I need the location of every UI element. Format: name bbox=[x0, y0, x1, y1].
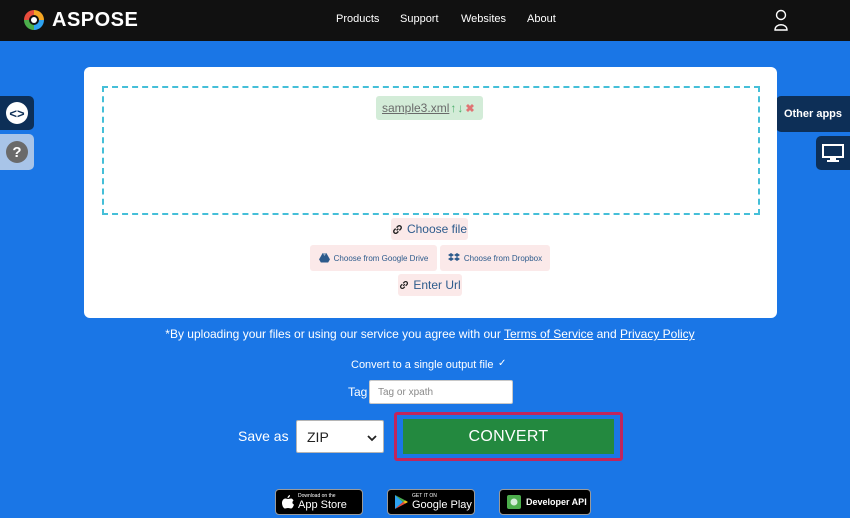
output-format-value: ZIP bbox=[307, 428, 329, 445]
agreement-and: and bbox=[593, 327, 620, 341]
google-drive-icon bbox=[318, 253, 330, 263]
google-drive-button[interactable]: Choose from Google Drive bbox=[310, 245, 437, 271]
link-icon bbox=[393, 224, 402, 234]
dropbox-button[interactable]: Choose from Dropbox bbox=[440, 245, 550, 271]
app-store-text: Download on the App Store bbox=[298, 493, 347, 511]
terms-agreement: *By uploading your files or using our se… bbox=[0, 327, 850, 341]
convert-button[interactable]: CONVERT bbox=[403, 419, 614, 454]
developer-api-text: Developer API bbox=[526, 497, 587, 507]
desktop-apps-button[interactable] bbox=[816, 136, 850, 170]
dropbox-label: Choose from Dropbox bbox=[463, 253, 543, 263]
app-store-big-text: App Store bbox=[298, 499, 347, 511]
enter-url-label: Enter Url bbox=[413, 278, 461, 292]
tag-input[interactable] bbox=[369, 380, 513, 404]
enter-url-button[interactable]: Enter Url bbox=[398, 274, 462, 296]
remove-file-icon[interactable]: ✖ bbox=[465, 102, 474, 115]
google-play-icon bbox=[395, 495, 408, 509]
output-format-select[interactable]: ZIP bbox=[296, 420, 384, 453]
convert-highlight-frame: CONVERT bbox=[394, 412, 623, 461]
app-store-badge[interactable]: Download on the App Store bbox=[275, 489, 363, 515]
upload-card: sample3.xml ↑ ↓ ✖ Choose file Choose fro… bbox=[84, 67, 777, 318]
single-output-label[interactable]: Convert to a single output file bbox=[351, 359, 493, 371]
nav-support[interactable]: Support bbox=[400, 13, 439, 25]
google-play-badge[interactable]: GET IT ON Google Play bbox=[387, 489, 475, 515]
top-navigation-bar: ASPOSE Products Support Websites About bbox=[0, 0, 850, 41]
link-icon bbox=[400, 281, 409, 289]
google-play-big-text: Google Play bbox=[412, 499, 472, 511]
uploaded-file-chip: sample3.xml ↑ ↓ ✖ bbox=[376, 96, 483, 120]
dropbox-icon bbox=[447, 253, 460, 261]
main-nav: Products Support Websites About bbox=[0, 13, 850, 27]
file-dropzone[interactable]: sample3.xml ↑ ↓ ✖ bbox=[102, 86, 760, 215]
terms-of-service-link[interactable]: Terms of Service bbox=[504, 327, 593, 341]
user-icon[interactable] bbox=[772, 9, 790, 31]
embed-button[interactable]: <> bbox=[0, 96, 34, 130]
choose-file-button[interactable]: Choose file bbox=[391, 218, 468, 240]
nav-products[interactable]: Products bbox=[336, 13, 379, 25]
developer-api-icon bbox=[507, 495, 521, 509]
single-output-checkbox[interactable]: ✓ bbox=[498, 358, 506, 369]
google-play-text: GET IT ON Google Play bbox=[412, 493, 472, 511]
question-icon: ? bbox=[6, 141, 28, 163]
developer-api-badge[interactable]: Developer API bbox=[499, 489, 591, 515]
code-icon: <> bbox=[6, 102, 28, 124]
move-down-icon[interactable]: ↓ bbox=[457, 101, 463, 115]
apple-icon bbox=[282, 495, 294, 509]
monitor-icon bbox=[822, 144, 844, 162]
google-drive-label: Choose from Google Drive bbox=[333, 253, 429, 263]
uploaded-file-name[interactable]: sample3.xml bbox=[382, 101, 449, 115]
other-apps-button[interactable]: Other apps bbox=[776, 96, 850, 132]
nav-websites[interactable]: Websites bbox=[461, 13, 506, 25]
chevron-down-icon bbox=[367, 435, 377, 442]
privacy-policy-link[interactable]: Privacy Policy bbox=[620, 327, 695, 341]
agreement-prefix: *By uploading your files or using our se… bbox=[165, 327, 504, 341]
nav-about[interactable]: About bbox=[527, 13, 556, 25]
tag-label: Tag bbox=[348, 385, 368, 399]
move-up-icon[interactable]: ↑ bbox=[450, 101, 456, 115]
save-as-label: Save as bbox=[238, 428, 289, 444]
choose-file-label: Choose file bbox=[406, 222, 468, 236]
help-button[interactable]: ? bbox=[0, 134, 34, 170]
